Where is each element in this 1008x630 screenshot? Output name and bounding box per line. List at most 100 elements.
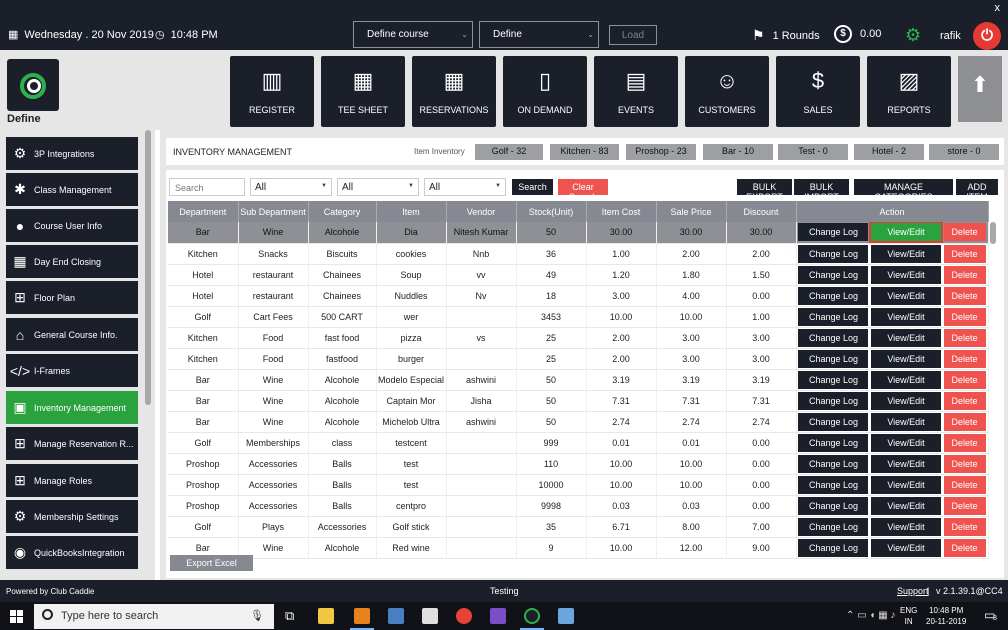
change-log-button[interactable]: Change Log	[798, 496, 869, 515]
nav-reservations[interactable]: ▦ RESERVATIONS	[412, 56, 496, 127]
nav-on-demand[interactable]: ▯ ON DEMAND	[503, 56, 587, 127]
category-store[interactable]: store - 0	[929, 144, 999, 160]
clear-search-button[interactable]: Clear Search	[558, 179, 608, 202]
delete-button[interactable]: Delete	[943, 328, 986, 347]
table-row[interactable]: Proshop Accessories Balls centpro 9998 0.03 0.…	[168, 495, 989, 517]
sidebar-item-quickbooks[interactable]: ◉ QuickBooksIntegration	[6, 536, 138, 569]
change-log-button[interactable]: Change Log	[798, 391, 869, 410]
change-log-button[interactable]: Change Log	[798, 475, 869, 494]
sidebar-item-floor-plan[interactable]: ⊞ Floor Plan	[6, 281, 138, 314]
sidebar-item-inventory-management[interactable]: ▣ Inventory Management	[6, 391, 138, 424]
table-row[interactable]: Bar Wine Alcohole Dia Nitesh Kumar 50 30.00 30.…	[168, 222, 989, 244]
view-edit-button[interactable]: View/Edit	[871, 265, 941, 284]
gear-icon[interactable]: ⚙	[905, 25, 921, 46]
export-excel-button[interactable]: Export Excel	[170, 555, 253, 571]
chrome-icon[interactable]	[456, 608, 472, 624]
windows-start-icon[interactable]	[10, 610, 23, 623]
change-log-button[interactable]: Change Log	[798, 328, 869, 347]
view-edit-button[interactable]: View/Edit	[871, 517, 941, 536]
add-item-button[interactable]: ADD ITEM	[956, 179, 998, 202]
define-select[interactable]: Define ⌄	[479, 21, 599, 48]
sidebar-item-3p-integrations[interactable]: ⚙ 3P Integrations	[6, 137, 138, 170]
table-row[interactable]: Bar Wine Alcohole Captain Mor Jisha 50 7.31 7.3…	[168, 390, 989, 412]
table-row[interactable]: Golf Plays Accessories Golf stick 35 6.71 8.00…	[168, 516, 989, 538]
view-edit-button[interactable]: View/Edit	[871, 538, 941, 557]
delete-button[interactable]: Delete	[943, 244, 986, 263]
filter-department-select[interactable]: All ▼	[250, 178, 332, 196]
delete-button[interactable]: Delete	[943, 475, 986, 494]
sidebar-item-course-user-info[interactable]: ● Course User Info	[6, 209, 138, 242]
power-button[interactable]: ⏻	[973, 22, 1001, 50]
user-name[interactable]: rafik	[940, 30, 961, 42]
view-edit-button[interactable]: View/Edit	[871, 328, 941, 347]
scroll-thumb[interactable]	[990, 222, 996, 244]
table-row[interactable]: Golf Memberships class testcent 999 0.01 0.01 0…	[168, 432, 989, 454]
nav-reports[interactable]: ▨ REPORTS	[867, 56, 951, 127]
delete-button[interactable]: Delete	[943, 307, 986, 326]
category-hotel[interactable]: Hotel - 2	[854, 144, 924, 160]
view-edit-button[interactable]: View/Edit	[871, 370, 941, 389]
paint-icon[interactable]	[558, 608, 574, 624]
view-edit-button[interactable]: View/Edit	[871, 244, 941, 263]
view-edit-button[interactable]: View/Edit	[871, 475, 941, 494]
table-row[interactable]: Bar Wine Alcohole Michelob Ultra ashwini 50 2.…	[168, 411, 989, 433]
category-golf[interactable]: Golf - 32	[475, 144, 543, 160]
view-edit-button[interactable]: View/Edit	[871, 496, 941, 515]
nav-register[interactable]: ▥ REGISTER	[230, 56, 314, 127]
nav-tee-sheet[interactable]: ▦ TEE SHEET	[321, 56, 405, 127]
window-close-button[interactable]: x	[995, 2, 1001, 14]
delete-button[interactable]: Delete	[943, 349, 986, 368]
category-bar[interactable]: Bar - 10	[703, 144, 773, 160]
task-view-icon[interactable]: ⧉	[285, 608, 294, 624]
table-row[interactable]: Bar Wine Alcohole Modelo Especial ashwini 50 3…	[168, 369, 989, 391]
table-row[interactable]: Hotel restaurant Chainees Nuddles Nv 18 3.00 4.…	[168, 285, 989, 307]
table-scrollbar[interactable]	[990, 222, 996, 542]
table-row[interactable]: Proshop Accessories Balls test 10000 10.00 10.…	[168, 474, 989, 496]
delete-button[interactable]: Delete	[943, 370, 986, 389]
sidebar-item-manage-roles[interactable]: ⊞ Manage Roles	[6, 464, 138, 497]
sidebar-scrollbar[interactable]	[145, 130, 151, 405]
delete-button[interactable]: Delete	[943, 412, 986, 431]
money-display[interactable]: $ 0.00	[834, 25, 881, 43]
change-log-button[interactable]: Change Log	[798, 349, 869, 368]
sidebar-item-day-end-closing[interactable]: ▦ Day End Closing	[6, 245, 138, 278]
change-log-button[interactable]: Change Log	[798, 454, 869, 473]
sidebar-item-general-course-info[interactable]: ⌂ General Course Info.	[6, 318, 138, 351]
table-row[interactable]: Proshop Accessories Balls test 110 10.00 10.00…	[168, 453, 989, 475]
delete-button[interactable]: Delete	[943, 496, 986, 515]
delete-button[interactable]: Delete	[943, 286, 986, 305]
sidebar-item-manage-reservation[interactable]: ⊞ Manage Reservation R...	[6, 427, 138, 460]
change-log-button[interactable]: Change Log	[798, 370, 869, 389]
sidebar-item-class-management[interactable]: ✱ Class Management	[6, 173, 138, 206]
manage-categories-button[interactable]: MANAGE CATEGORIES	[854, 179, 953, 202]
change-log-button[interactable]: Change Log	[798, 433, 869, 452]
category-kitchen[interactable]: Kitchen - 83	[550, 144, 619, 160]
view-edit-button[interactable]: View/Edit	[871, 391, 941, 410]
view-edit-button[interactable]: View/Edit	[871, 349, 941, 368]
search-button[interactable]: Search	[512, 179, 553, 195]
nav-sales[interactable]: $ SALES	[776, 56, 860, 127]
table-row[interactable]: Hotel restaurant Chainees Soup vv 49 1.20 1.80 1…	[168, 264, 989, 286]
delete-button[interactable]: Delete	[943, 391, 986, 410]
support-link[interactable]: Support	[897, 586, 929, 596]
load-button[interactable]: Load	[609, 25, 657, 45]
visual-studio-icon[interactable]	[490, 608, 506, 624]
taskbar-search-input[interactable]: Type here to search 🎙	[34, 604, 274, 629]
delete-button[interactable]: Delete	[943, 538, 986, 557]
change-log-button[interactable]: Change Log	[798, 538, 869, 557]
sublime-icon[interactable]	[354, 608, 370, 624]
language-indicator[interactable]: ENG IN	[900, 605, 917, 627]
slack-icon[interactable]	[422, 608, 438, 624]
nav-events[interactable]: ▤ EVENTS	[594, 56, 678, 127]
filter-category-select[interactable]: All ▼	[424, 178, 506, 196]
table-row[interactable]: Bar Wine Alcohole Red wine 9 10.00 12.00 9.00 Ch…	[168, 537, 989, 559]
scroll-up-button[interactable]: ⬆	[958, 56, 1002, 122]
delete-button[interactable]: Delete	[943, 454, 986, 473]
app-icon[interactable]	[388, 608, 404, 624]
view-edit-button[interactable]: View/Edit	[871, 286, 941, 305]
bulk-export-button[interactable]: BULK EXPORT	[737, 179, 792, 202]
category-proshop[interactable]: Proshop - 23	[626, 144, 696, 160]
change-log-button[interactable]: Change Log	[798, 307, 869, 326]
change-log-button[interactable]: Change Log	[798, 244, 869, 263]
delete-button[interactable]: Delete	[943, 517, 986, 536]
